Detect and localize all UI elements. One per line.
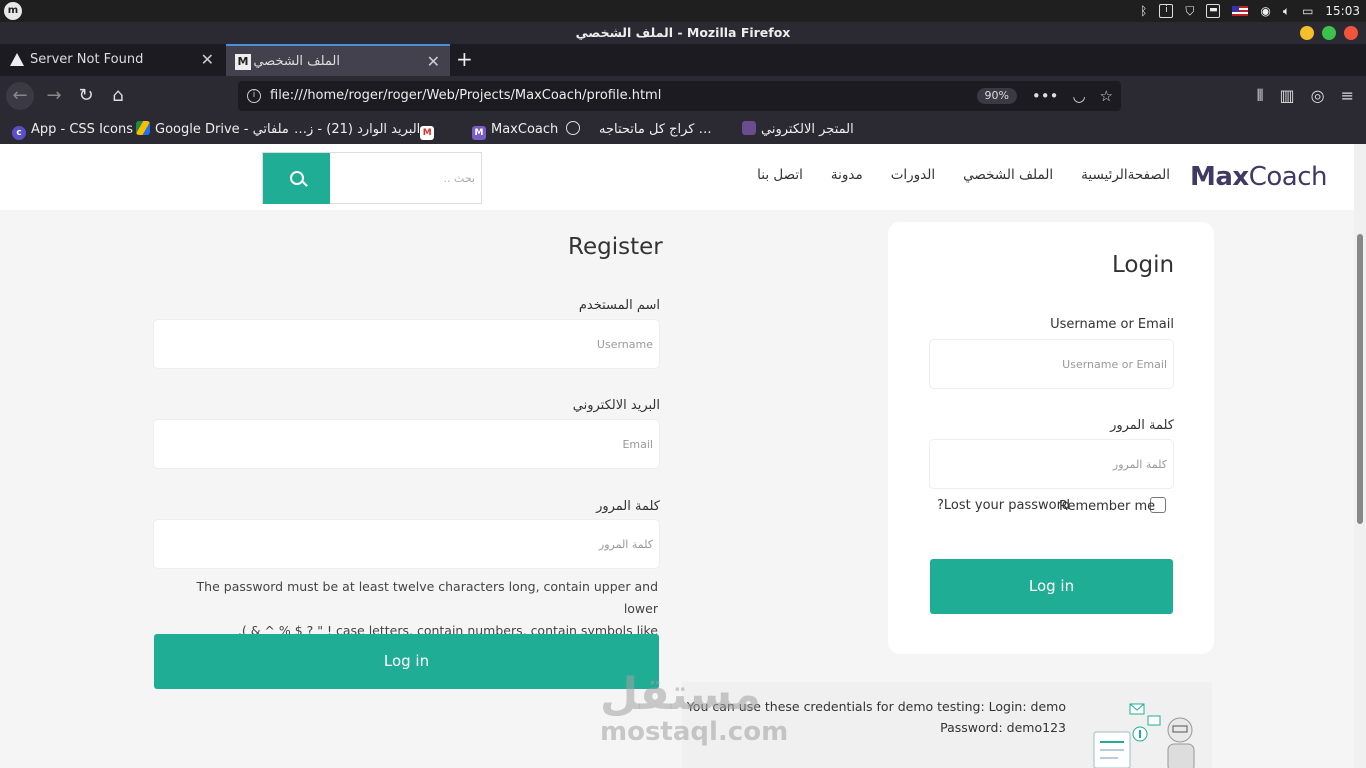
- window-title: الملف الشخصي - Mozilla Firefox: [575, 25, 791, 40]
- bookmark-css-icons[interactable]: c App - CSS Icons: [12, 116, 133, 144]
- google-drive-icon: [136, 121, 150, 135]
- menu-item-profile[interactable]: الملف الشخصي: [963, 167, 1053, 183]
- register-title: Register: [568, 234, 663, 260]
- globe-icon: [566, 121, 580, 135]
- site-logo[interactable]: MaxCoach: [1190, 162, 1327, 192]
- tab-bar: Server Not Found ✕ M الملف الشخصي ✕: [0, 44, 1366, 76]
- back-button[interactable]: ←: [6, 82, 34, 110]
- register-password-input[interactable]: [154, 520, 659, 568]
- lost-password-link[interactable]: Lost your password?: [937, 498, 1070, 513]
- window-titlebar: الملف الشخصي - Mozilla Firefox: [0, 22, 1366, 44]
- zoom-level[interactable]: 90%: [976, 88, 1017, 104]
- system-tray: ᛒ i ⛉ ▬ ◉ 🔈︎ ▭ 15:03: [1140, 0, 1360, 22]
- pocket-icon[interactable]: ◡: [1072, 81, 1085, 111]
- sidebar-icon[interactable]: ▥: [1280, 82, 1295, 110]
- login-username-input[interactable]: [930, 340, 1173, 388]
- menu-item-contact[interactable]: اتصل بنا: [757, 167, 803, 183]
- search-box: [262, 152, 482, 204]
- battery-icon[interactable]: ▭: [1302, 4, 1313, 18]
- forward-button[interactable]: →: [40, 82, 68, 110]
- register-password-label: كلمة المرور: [596, 499, 660, 514]
- support-illustration-icon: [1093, 703, 1195, 768]
- tab-label: الملف الشخصي: [253, 54, 340, 69]
- menu-item-home[interactable]: الصفحةالرئيسية: [1081, 167, 1170, 183]
- reload-button[interactable]: ↻: [72, 82, 100, 110]
- tab-server-not-found[interactable]: Server Not Found ✕: [0, 44, 224, 76]
- window-controls: [1300, 26, 1358, 40]
- clipboard-icon[interactable]: i: [1159, 4, 1174, 18]
- register-username-label: اسم المستخدم: [578, 298, 660, 313]
- mint-menu-icon[interactable]: m: [4, 2, 22, 20]
- web-page: MaxCoach الصفحةالرئيسية الملف الشخصي الد…: [0, 144, 1354, 768]
- bookmark-star-icon[interactable]: ☆: [1100, 81, 1113, 111]
- volume-icon[interactable]: 🔈︎: [1283, 4, 1290, 19]
- site-header: MaxCoach الصفحةالرئيسية الملف الشخصي الد…: [0, 144, 1354, 210]
- close-tab-icon[interactable]: ✕: [427, 46, 440, 78]
- warning-icon: [10, 53, 24, 66]
- tab-profile[interactable]: M الملف الشخصي ✕: [226, 44, 450, 76]
- page-scrollbar[interactable]: [1354, 144, 1366, 768]
- register-email-field[interactable]: [153, 419, 660, 469]
- login-password-label: كلمة المرور: [1110, 418, 1174, 433]
- navigation-toolbar: ← → ↻ ⌂ i file:///home/roger/roger/Web/P…: [0, 76, 1366, 116]
- url-actions: ••• ◡ ☆: [1032, 81, 1113, 111]
- main-menu: الصفحةالرئيسية الملف الشخصي الدورات مدون…: [757, 167, 1170, 183]
- account-icon[interactable]: ◎: [1311, 82, 1325, 110]
- url-bar[interactable]: i file:///home/roger/roger/Web/Projects/…: [238, 81, 1121, 111]
- login-card: Login Username or Email كلمة المرور Reme…: [888, 222, 1214, 654]
- page-actions-icon[interactable]: •••: [1032, 81, 1059, 111]
- css-icons-favicon-icon: c: [12, 126, 26, 140]
- maxcoach-bookmark-icon: M: [472, 126, 486, 140]
- store-favicon-icon: [742, 121, 756, 135]
- login-username-field[interactable]: [929, 339, 1174, 389]
- network-icon[interactable]: ◉: [1260, 4, 1270, 18]
- new-tab-button[interactable]: +: [456, 44, 476, 76]
- register-username-input[interactable]: [154, 320, 659, 368]
- search-button[interactable]: [263, 153, 330, 204]
- bookmark-store[interactable]: المتجر الالكتروني: [742, 116, 854, 144]
- clock[interactable]: 15:03: [1325, 4, 1360, 18]
- keyboard-layout-flag-icon[interactable]: [1232, 6, 1249, 16]
- remember-me-label[interactable]: Remember me: [1059, 499, 1155, 514]
- maximize-button[interactable]: [1322, 26, 1336, 40]
- search-input[interactable]: [333, 159, 475, 197]
- bluetooth-icon[interactable]: ᛒ: [1140, 4, 1147, 18]
- toolbar-icons: ⫴ ▥ ◎ ≡: [1257, 82, 1354, 110]
- menu-item-courses[interactable]: الدورات: [891, 167, 935, 183]
- bookmark-gmail-inbox[interactable]: Mالبريد الوارد (21) - ز…: [294, 116, 439, 144]
- drive-icon[interactable]: ▬: [1206, 4, 1221, 18]
- tab-label: Server Not Found: [30, 52, 144, 67]
- register-email-label: البريد الالكتروني: [572, 398, 660, 413]
- login-username-label: Username or Email: [1050, 317, 1174, 332]
- scrollbar-thumb[interactable]: [1357, 234, 1363, 524]
- gmail-icon: M: [420, 126, 435, 140]
- login-password-field[interactable]: [929, 439, 1174, 489]
- login-password-input[interactable]: [930, 440, 1173, 488]
- url-text[interactable]: file:///home/roger/roger/Web/Projects/Ma…: [270, 88, 661, 103]
- mostaql-watermark: مستقل mostaql.com: [600, 669, 789, 747]
- library-icon[interactable]: ⫴: [1257, 82, 1264, 110]
- register-email-input[interactable]: [154, 420, 659, 468]
- register-username-field[interactable]: [153, 319, 660, 369]
- minimize-button[interactable]: [1300, 26, 1314, 40]
- site-info-icon[interactable]: i: [247, 89, 261, 103]
- login-title: Login: [1112, 252, 1175, 278]
- menu-item-blog[interactable]: مدونة: [831, 167, 863, 183]
- bookmarks-toolbar: c App - CSS Icons Google Drive - ملفاتي M…: [0, 116, 1366, 144]
- hamburger-menu-icon[interactable]: ≡: [1341, 82, 1354, 110]
- password-requirements-hint: The password must be at least twelve cha…: [196, 579, 658, 638]
- register-password-field[interactable]: [153, 519, 660, 569]
- close-tab-icon[interactable]: ✕: [201, 44, 214, 76]
- bookmark-google-drive[interactable]: Google Drive - ملفاتي: [136, 116, 289, 144]
- register-submit-button[interactable]: Log in: [154, 634, 659, 689]
- bookmark-garage[interactable]: كراج كل ماتحتاجه …: [566, 116, 712, 144]
- close-window-button[interactable]: [1344, 26, 1358, 40]
- home-button[interactable]: ⌂: [104, 82, 132, 110]
- bookmark-maxcoach[interactable]: M MaxCoach: [472, 116, 558, 144]
- system-top-bar: m ᛒ i ⛉ ▬ ◉ 🔈︎ ▭ 15:03: [0, 0, 1366, 22]
- shield-icon[interactable]: ⛉: [1185, 4, 1194, 19]
- maxcoach-favicon-icon: M: [235, 54, 251, 70]
- login-submit-button[interactable]: Log in: [930, 559, 1173, 614]
